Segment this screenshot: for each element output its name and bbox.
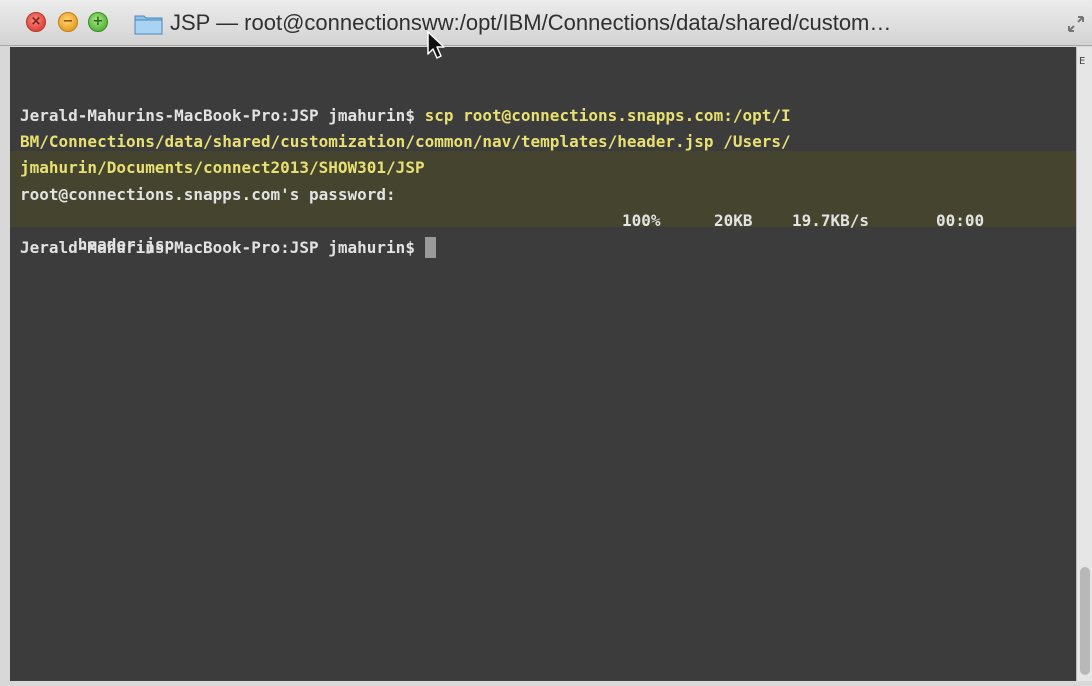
title-bar[interactable]: × − + JSP — root@connectionsww:/opt/IBM/…: [0, 0, 1092, 46]
command-line-1: Jerald-Mahurins-MacBook-Pro:JSP jmahurin…: [20, 104, 791, 128]
zoom-button[interactable]: +: [88, 12, 108, 32]
text-cursor: [424, 236, 436, 258]
terminal-content[interactable]: Jerald-Mahurins-MacBook-Pro:JSP jmahurin…: [10, 47, 1076, 681]
close-button[interactable]: ×: [26, 12, 46, 32]
shell-prompt: Jerald-Mahurins-MacBook-Pro:JSP jmahurin…: [20, 106, 425, 125]
password-prompt: root@connections.snapps.com's password:: [20, 185, 396, 204]
close-icon: ×: [30, 14, 42, 29]
scroll-thumb[interactable]: [1080, 567, 1090, 675]
transfer-size: 20KB: [714, 211, 753, 230]
terminal-window: × − + JSP — root@connectionsww:/opt/IBM/…: [0, 0, 1092, 686]
transfer-eta: 00:00: [936, 211, 985, 230]
scroll-marker: E: [1079, 56, 1086, 67]
transfer-percent: 100%: [622, 211, 661, 230]
folder-icon: [134, 15, 163, 35]
transfer-progress-line: header.jsp: [20, 209, 174, 254]
transfer-rate: 19.7KB/s: [792, 211, 870, 230]
vertical-scrollbar[interactable]: E: [1076, 47, 1092, 681]
fullscreen-icon[interactable]: [1066, 14, 1086, 34]
command-text: scp root@connections.snapps.com:/opt/I: [424, 106, 791, 125]
minimize-icon: −: [62, 14, 74, 29]
mouse-pointer-icon: [427, 31, 445, 59]
command-line-2: BM/Connections/data/shared/customization…: [20, 132, 791, 151]
minimize-button[interactable]: −: [58, 12, 78, 32]
zoom-icon: +: [92, 14, 104, 29]
window-title: JSP — root@connectionsww:/opt/IBM/Connec…: [170, 10, 892, 35]
command-line-3: jmahurin/Documents/connect2013/SHOW301/J…: [20, 158, 425, 177]
current-prompt-line[interactable]: Jerald-Mahurins-MacBook-Pro:JSP jmahurin…: [20, 236, 436, 260]
shell-prompt-final: Jerald-Mahurins-MacBook-Pro:JSP jmahurin…: [20, 238, 425, 257]
